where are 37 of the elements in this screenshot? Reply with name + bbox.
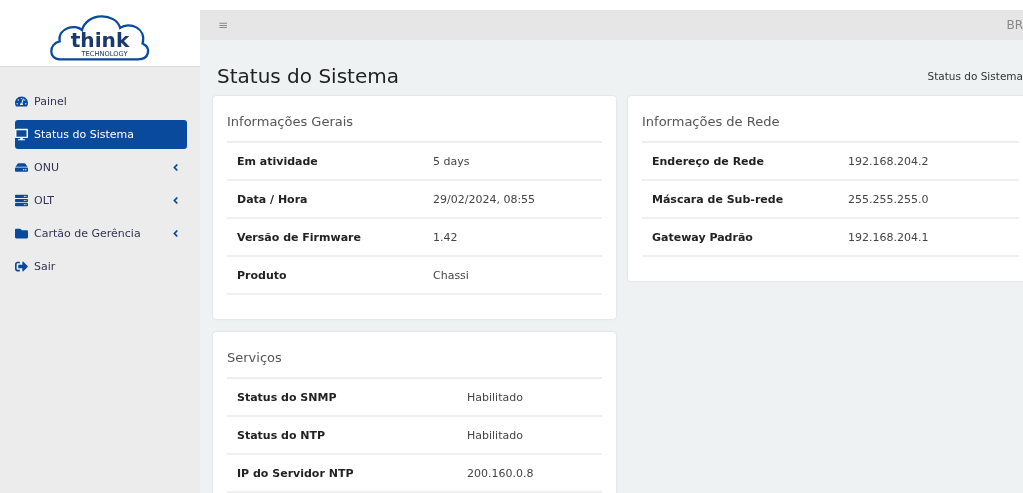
row-value: Habilitado (467, 428, 524, 442)
row-label: IP do Servidor NTP (237, 466, 355, 480)
row-label: Versão de Firmware (237, 230, 362, 244)
row-label: Gateway Padrão (652, 230, 754, 244)
row-value: Chassi (433, 268, 470, 282)
row-value: 29/02/2024, 08:55 (433, 192, 537, 206)
row-value: 255.255.255.0 (848, 192, 930, 206)
dashboard-icon (15, 95, 28, 108)
row-value: 192.168.204.1 (848, 230, 930, 244)
sidebar-item[interactable]: OLT (15, 186, 187, 215)
row-label: Status do NTP (237, 428, 327, 442)
row-label: Data / Hora (237, 192, 309, 206)
row-value: 200.160.0.8 (467, 466, 535, 480)
row-value: 5 days (433, 154, 471, 168)
page-title: Status do Sistema (217, 64, 399, 88)
drive-icon (15, 161, 28, 174)
sidebar-item[interactable]: Painel (15, 87, 187, 116)
row-value: 1.42 (433, 230, 459, 244)
card-title: Serviços (227, 350, 602, 379)
folder-icon (15, 227, 28, 240)
row-value: 192.168.204.2 (848, 154, 930, 168)
card-title: Informações Gerais (227, 114, 602, 143)
row-label: Em atividade (237, 154, 319, 168)
logout-icon (15, 260, 28, 273)
card-title: Informações de Rede (642, 114, 1019, 143)
row-label: Endereço de Rede (652, 154, 765, 168)
monitor-icon (15, 128, 28, 141)
row-label: Status do SNMP (237, 390, 338, 404)
server-icon (15, 194, 28, 207)
sidebar-item[interactable]: Status do Sistema (15, 120, 187, 149)
row-label: Produto (237, 268, 288, 282)
sidebar-item[interactable]: ONU (15, 153, 187, 182)
breadcrumb: Status do Sistema (927, 70, 1023, 82)
row-value: Habilitado (467, 390, 524, 404)
sidebar-item[interactable]: Sair (15, 252, 187, 281)
row-label: Máscara de Sub-rede (652, 192, 785, 206)
sidebar-item[interactable]: Cartão de Gerência (15, 219, 187, 248)
